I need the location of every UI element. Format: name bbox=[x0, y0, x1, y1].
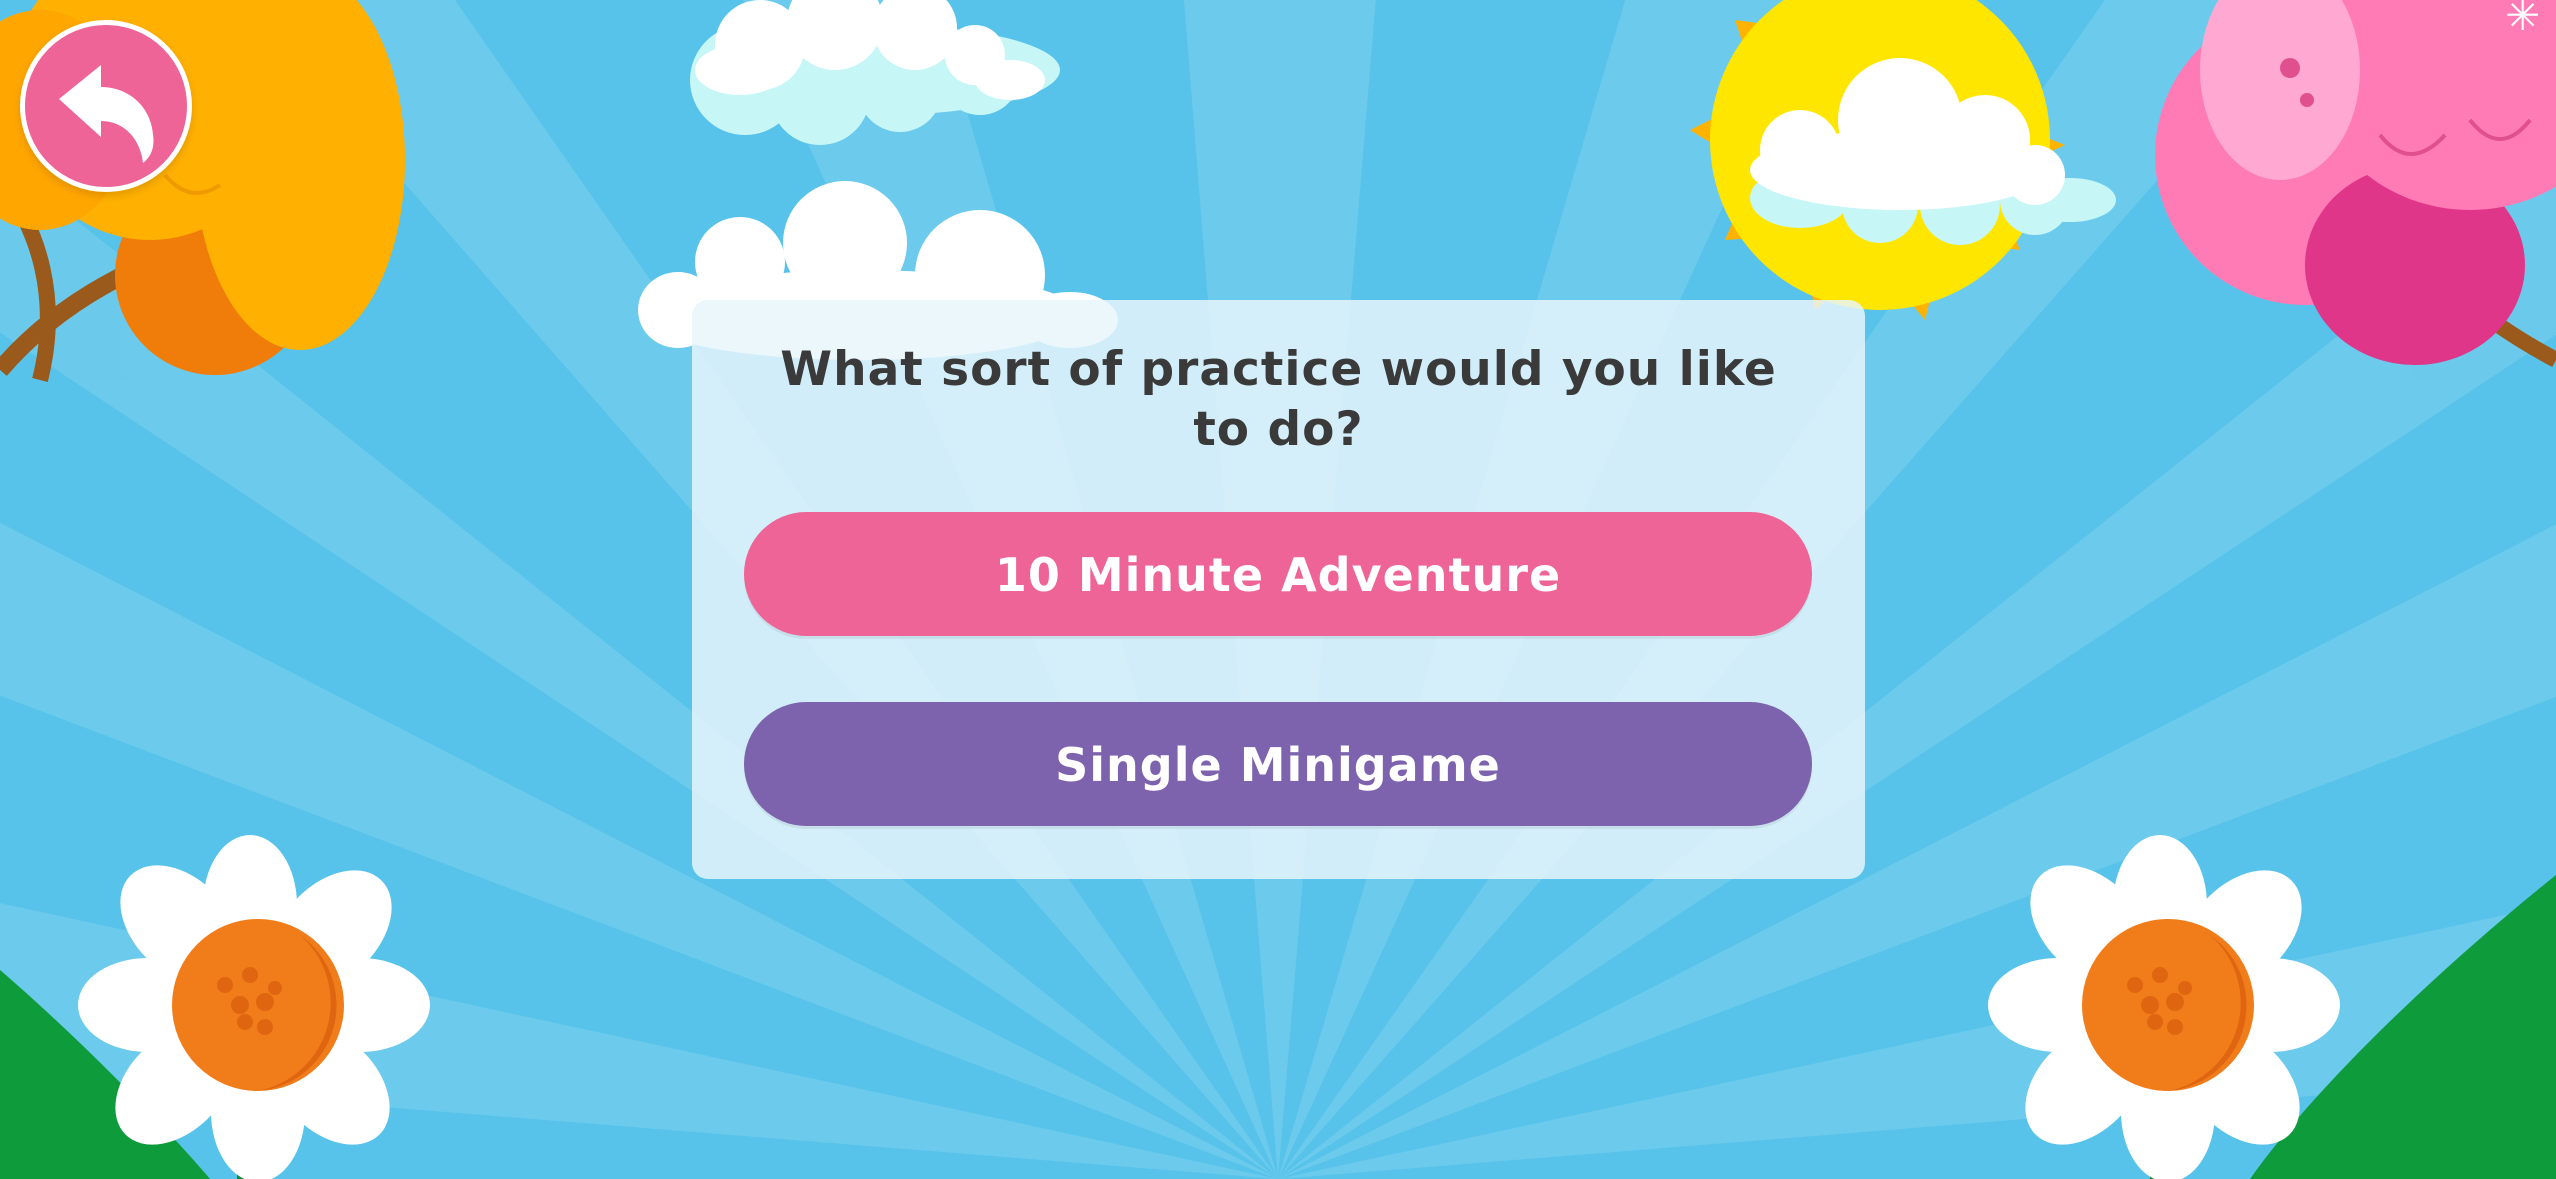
daisy-flower-right bbox=[1988, 835, 2340, 1179]
daisy-flower-left bbox=[78, 835, 430, 1179]
single-minigame-button[interactable]: Single Minigame bbox=[744, 702, 1812, 826]
back-arrow-icon bbox=[59, 65, 154, 163]
practice-choice-dialog: What sort of practice would you like to … bbox=[692, 300, 1865, 879]
svg-text:✳: ✳ bbox=[2505, 0, 2540, 40]
back-button[interactable] bbox=[20, 20, 192, 192]
game-screen: ✳ What sort of practice would you like t… bbox=[0, 0, 2556, 1179]
dialog-prompt: What sort of practice would you like to … bbox=[780, 342, 1777, 457]
ten-minute-adventure-button[interactable]: 10 Minute Adventure bbox=[744, 512, 1812, 636]
